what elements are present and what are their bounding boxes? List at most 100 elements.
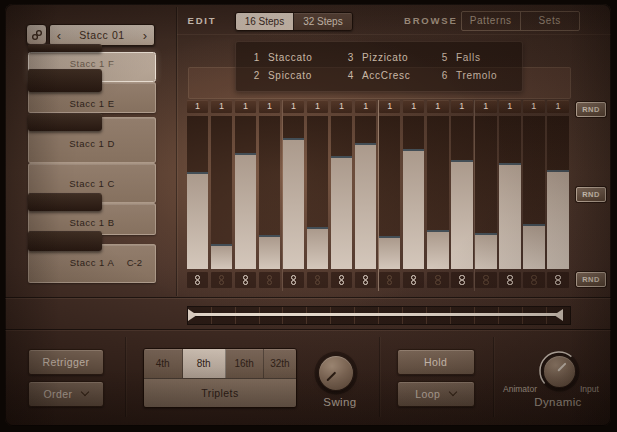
step-bar-track[interactable] (235, 116, 257, 270)
step-articulation-value[interactable]: 1 (475, 100, 497, 114)
step-dice-cell[interactable] (355, 272, 377, 289)
step-dice-cell[interactable] (451, 272, 473, 289)
step-dice-cell[interactable] (307, 272, 329, 289)
randomize-articulation-button[interactable]: RND (576, 102, 606, 118)
step-dice-cell[interactable] (403, 272, 425, 289)
step-articulation-value[interactable]: 1 (523, 100, 545, 114)
steps-16-button[interactable]: 16 Steps (236, 13, 294, 30)
step-velocity-bar[interactable] (523, 224, 545, 269)
step-articulation-value[interactable]: 1 (283, 100, 305, 114)
browse-tabs: Patterns Sets (461, 11, 580, 30)
step-bar-track[interactable] (307, 116, 329, 270)
step-velocity-bar[interactable] (283, 138, 305, 269)
randomize-dice-button[interactable]: RND (576, 272, 606, 288)
step-velocity-bar[interactable] (307, 227, 329, 269)
step-velocity-bar[interactable] (331, 156, 353, 269)
step-articulation-value[interactable]: 1 (307, 100, 329, 114)
step-bar-track[interactable] (187, 116, 209, 270)
step-dice-cell[interactable] (187, 272, 209, 289)
step-velocity-bar[interactable] (259, 235, 281, 269)
randomize-velocity-button[interactable]: RND (576, 187, 606, 203)
dice-icon (483, 275, 489, 286)
step-bar-track[interactable] (259, 116, 281, 270)
step-dice-cell[interactable] (499, 272, 521, 289)
loop-end-handle[interactable] (554, 309, 563, 321)
step-dice-cell[interactable] (331, 272, 353, 289)
retrigger-button[interactable]: Retrigger (28, 349, 103, 375)
black-key[interactable] (28, 69, 102, 92)
step-dice-cell[interactable] (379, 272, 401, 289)
step-articulation-value[interactable]: 1 (547, 100, 569, 114)
step-articulation-value[interactable]: 1 (187, 100, 209, 114)
order-dropdown[interactable]: Order (28, 381, 103, 407)
step-bar-track[interactable] (451, 116, 473, 270)
step-velocity-bar[interactable] (475, 233, 497, 269)
step-velocity-bar[interactable] (379, 236, 401, 269)
rate-4th-button[interactable]: 4th (144, 349, 183, 378)
step-dice-cell[interactable] (259, 272, 281, 289)
steps-32-button[interactable]: 32 Steps (293, 13, 352, 30)
step-bar-track[interactable] (355, 116, 377, 270)
step-bar-track[interactable] (523, 116, 545, 270)
step-articulation-value[interactable]: 1 (451, 100, 473, 114)
step-articulation-value[interactable]: 1 (403, 100, 425, 114)
step-dice-cell[interactable] (547, 272, 569, 289)
key-label: Stacc 1 E (29, 98, 155, 109)
step-dice-cell[interactable] (283, 272, 305, 289)
step-articulation-value[interactable]: 1 (259, 100, 281, 114)
black-key[interactable] (28, 113, 102, 131)
loop-start-handle[interactable] (188, 309, 197, 321)
step-velocity-bar[interactable] (235, 153, 257, 269)
loop-dropdown[interactable]: Loop (397, 381, 475, 407)
step-dice-cell[interactable] (211, 272, 233, 289)
step-dice-cell[interactable] (427, 272, 449, 289)
step-velocity-bar[interactable] (451, 160, 473, 269)
step-velocity-bar[interactable] (427, 230, 449, 269)
step-velocity-bar[interactable] (187, 172, 209, 269)
step-dice-cell[interactable] (523, 272, 545, 289)
hold-button[interactable]: Hold (397, 349, 475, 375)
dice-icon (267, 275, 273, 286)
legend-number: 4 (344, 70, 354, 81)
step-velocity-bar[interactable] (211, 244, 233, 269)
step-bar-track[interactable] (283, 116, 305, 270)
rate-16th-button[interactable]: 16th (226, 349, 264, 378)
step-bar-track[interactable] (211, 116, 233, 270)
step-bar-track[interactable] (475, 116, 497, 270)
step-dice-cell[interactable] (235, 272, 257, 289)
black-key[interactable] (28, 193, 102, 211)
link-button[interactable] (26, 24, 47, 45)
step-bar-track[interactable] (331, 116, 353, 270)
next-arrow-icon[interactable]: › (136, 27, 154, 44)
step-velocity-bar[interactable] (355, 143, 377, 269)
tab-patterns[interactable]: Patterns (462, 12, 520, 29)
step-articulation-value[interactable]: 1 (331, 100, 353, 114)
step-dice-cell[interactable] (475, 272, 497, 289)
step-velocity-bar[interactable] (547, 170, 569, 269)
rate-8th-button[interactable]: 8th (183, 349, 226, 378)
rate-32th-button[interactable]: 32th (264, 349, 297, 378)
legend-label: AccCresc (362, 70, 410, 81)
divider-bottom-1 (125, 337, 126, 417)
step-bar-track[interactable] (427, 116, 449, 270)
step-articulation-value[interactable]: 1 (211, 100, 233, 114)
step-velocity-bar[interactable] (403, 149, 425, 269)
step-bar-track[interactable] (499, 116, 521, 270)
step-articulation-value[interactable]: 1 (379, 100, 401, 114)
step-articulation-value[interactable]: 1 (235, 100, 257, 114)
step-bar-track[interactable] (403, 116, 425, 270)
prev-arrow-icon[interactable]: ‹ (50, 27, 68, 44)
step-bar-track[interactable] (547, 116, 569, 270)
step-articulation-value[interactable]: 1 (427, 100, 449, 114)
loop-range-bar[interactable] (192, 313, 563, 315)
step-bar-track[interactable] (379, 116, 401, 270)
black-key[interactable] (28, 231, 102, 251)
legend-number: 1 (250, 52, 260, 63)
step-articulation-value[interactable]: 1 (355, 100, 377, 114)
triplets-button[interactable]: Triplets (144, 378, 297, 407)
pattern-selector[interactable]: ‹ Stacc 01 › (49, 24, 155, 46)
tab-sets[interactable]: Sets (520, 12, 579, 29)
black-key[interactable] (28, 44, 102, 52)
step-articulation-value[interactable]: 1 (499, 100, 521, 114)
step-velocity-bar[interactable] (499, 163, 521, 269)
